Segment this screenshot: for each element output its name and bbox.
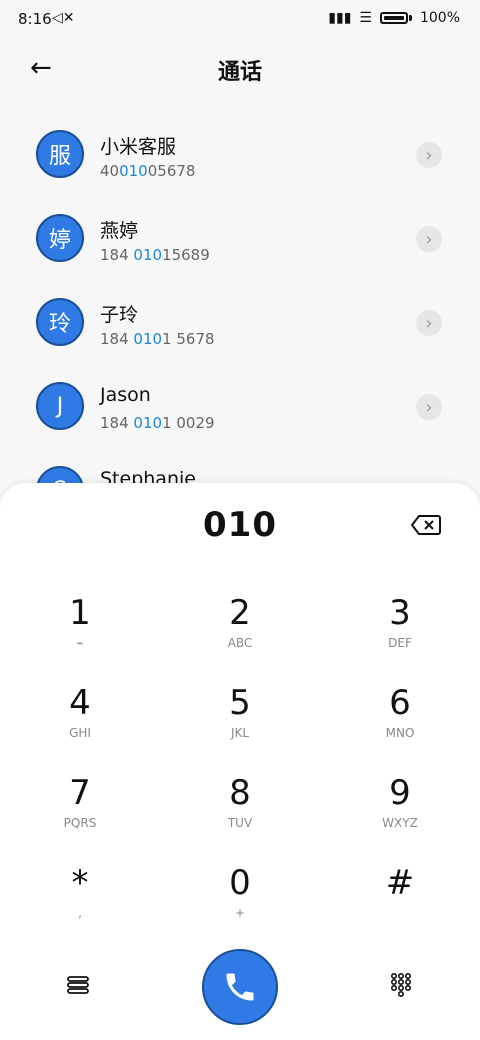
menu-icon[interactable]: [64, 973, 92, 997]
page-title: 通话: [217, 60, 262, 85]
keypad-icon[interactable]: [388, 971, 414, 997]
key-7[interactable]: 7 PQRS: [20, 773, 140, 853]
contact-row[interactable]: 玲 子玲 184 0101 5678 ›: [0, 288, 480, 372]
chevron-right-icon[interactable]: ›: [416, 310, 442, 336]
dialed-number: 010: [203, 505, 277, 545]
header: ← 通话: [0, 46, 480, 94]
key-star[interactable]: *,: [20, 863, 140, 943]
contact-number: 4001005678: [100, 162, 196, 180]
key-2[interactable]: 2 ABC: [180, 593, 300, 673]
status-bar: 8:16 ◁✕ ▮▮▮ ☰ 100%: [0, 0, 480, 40]
key-5[interactable]: 5 JKL: [180, 683, 300, 763]
status-time: 8:16: [18, 10, 52, 28]
contact-name: Jason: [100, 384, 151, 406]
key-6[interactable]: 6 MNO: [340, 683, 460, 763]
contact-name: 子玲: [100, 304, 139, 326]
contact-row[interactable]: 婷 燕婷 184 01015689 ›: [0, 204, 480, 288]
chevron-right-icon[interactable]: ›: [416, 394, 442, 420]
phone-icon: [226, 973, 254, 1001]
contact-row[interactable]: J Jason 184 0101 0029 ›: [0, 372, 480, 456]
avatar: 婷: [36, 214, 84, 262]
chevron-right-icon[interactable]: ›: [416, 226, 442, 252]
battery-tip: [408, 15, 412, 21]
key-1[interactable]: 1 ⌁: [20, 593, 140, 673]
contact-row[interactable]: 服 小米客服 4001005678 ›: [0, 120, 480, 204]
contact-number: 184 0101 5678: [100, 330, 215, 348]
key-hash[interactable]: #: [340, 863, 460, 943]
battery-icon: [379, 12, 408, 24]
avatar: J: [36, 382, 84, 430]
key-8[interactable]: 8 TUV: [180, 773, 300, 853]
wifi-icon: ☰: [359, 10, 372, 26]
call-button[interactable]: [202, 949, 278, 1025]
key-4[interactable]: 4 GHI: [20, 683, 140, 763]
backspace-icon[interactable]: [410, 513, 442, 537]
battery-percent: 100%: [419, 10, 460, 26]
voicemail-icon: ⌁: [76, 636, 84, 650]
contact-name: 小米客服: [100, 136, 177, 158]
key-9[interactable]: 9 WXYZ: [340, 773, 460, 853]
key-0[interactable]: 0 +: [180, 863, 300, 943]
contacts-list: 服 小米客服 4001005678 › 婷 燕婷 184 01015689 › …: [0, 120, 480, 500]
status-right: ▮▮▮ ☰ 100%: [328, 10, 460, 26]
mute-icon: ◁✕: [52, 10, 75, 26]
contact-name: 燕婷: [100, 220, 139, 242]
contact-number: 184 01015689: [100, 246, 210, 264]
key-3[interactable]: 3 DEF: [340, 593, 460, 673]
chevron-right-icon[interactable]: ›: [416, 142, 442, 168]
avatar: 玲: [36, 298, 84, 346]
dialer-sheet: 010 1 ⌁ 2 ABC 3 DEF 4 GHI 5 JKL 6 MNO 7 PQRS 8T…: [0, 483, 480, 1040]
avatar: 服: [36, 130, 84, 178]
signal-icon: ▮▮▮: [328, 10, 352, 26]
contact-number: 184 0101 0029: [100, 414, 215, 432]
